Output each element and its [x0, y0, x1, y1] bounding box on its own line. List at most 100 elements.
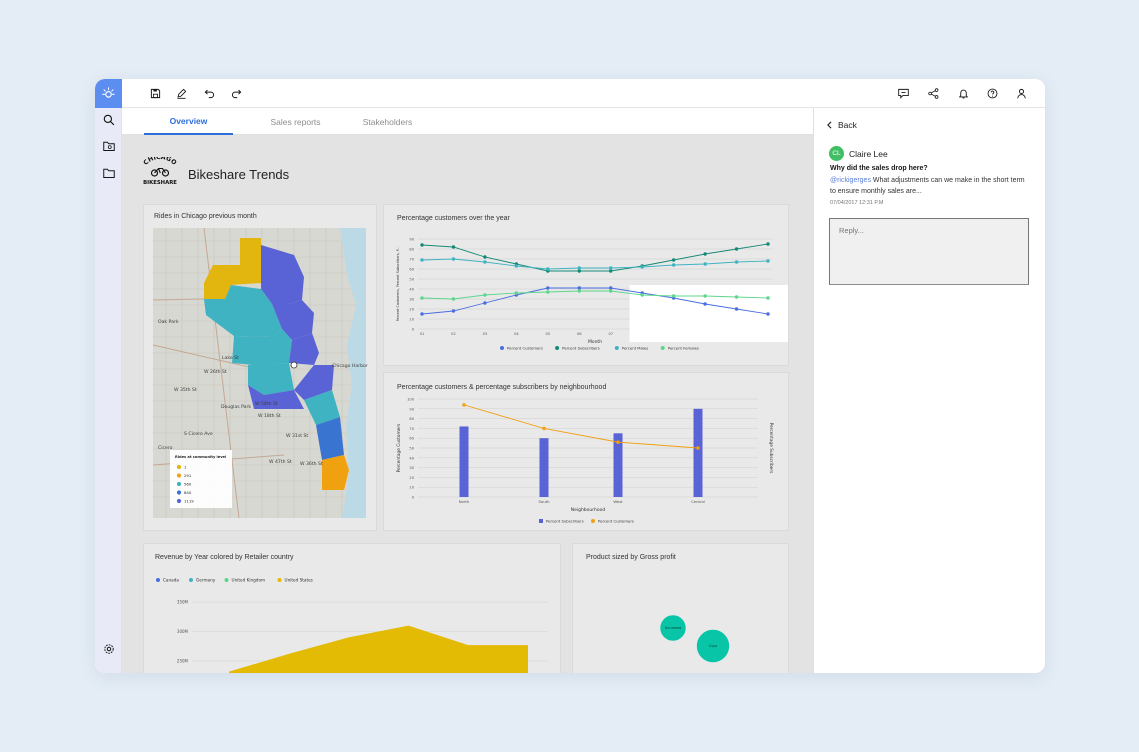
redo-icon[interactable] [228, 85, 245, 102]
tab-overview[interactable]: Overview [144, 108, 233, 135]
comment-body: @rickigerges What adjustments can we mak… [830, 175, 1030, 197]
data-point [766, 259, 770, 263]
x-tick-label: 01 [420, 332, 425, 336]
place-label-w47th: W 47th St [269, 459, 292, 465]
data-point [703, 294, 707, 298]
line-chart[interactable]: 0102030405060708090010203040506070809101… [384, 205, 788, 365]
place-label-w58th: W 58th St [255, 401, 278, 407]
y-tick-label: 0 [412, 328, 415, 332]
data-point [483, 260, 487, 264]
y-tick-label: 10 [409, 318, 414, 322]
help-icon[interactable] [984, 85, 1001, 102]
series-line [421, 243, 769, 272]
chevron-left-icon [827, 121, 832, 129]
top-toolbar [122, 79, 1045, 108]
y-tick-label: 300M [177, 629, 189, 634]
avatar[interactable]: CL [829, 146, 844, 161]
reply-input[interactable] [829, 218, 1029, 285]
comment-icon[interactable] [895, 85, 912, 102]
search-icon[interactable] [100, 111, 117, 128]
map-legend-label: 291 [184, 473, 192, 478]
bar [459, 426, 469, 497]
legend-swatch [500, 346, 504, 350]
legend-label: Percent Customers [598, 519, 634, 524]
data-point [609, 289, 613, 293]
legend-swatch [660, 346, 665, 350]
area-chart[interactable]: Canada Germany United Kingdom United States… [144, 544, 560, 673]
y-tick-label: 350M [177, 600, 189, 605]
data-point [640, 265, 644, 269]
folder-icon[interactable] [100, 164, 117, 181]
comment-author: Claire Lee [849, 149, 888, 159]
data-point [451, 257, 456, 261]
legend-label: United States [285, 578, 313, 583]
data-point [671, 263, 676, 267]
y-tick-label: 50 [409, 447, 414, 451]
save-icon[interactable] [147, 85, 164, 102]
data-point [577, 289, 581, 293]
legend-swatch [614, 346, 619, 350]
data-point [420, 296, 424, 300]
data-point [609, 286, 613, 290]
place-label-oak-park: Oak Park [158, 319, 179, 325]
y-tick-label: 60 [409, 437, 414, 441]
place-label-w35th: W 35th St [174, 387, 197, 393]
y-axis-label: Percentage Customers [396, 423, 402, 472]
bubble-chart-card[interactable]: Product sized by Gross profit Unnamed Cup… [573, 544, 788, 673]
place-label-s-cicero: S Cicero Ave [184, 431, 213, 437]
chicago-map[interactable]: Chicago Harbor Cicero Oak Park W 18th St… [144, 205, 376, 530]
place-label-chicago-harbor: Chicago Harbor [332, 363, 368, 369]
data-point [451, 309, 456, 313]
folder-search-icon[interactable] [100, 137, 117, 154]
data-point [734, 247, 739, 251]
data-point [514, 291, 519, 295]
bubble-label: Cups [709, 644, 718, 648]
area-chart-card[interactable]: Revenue by Year colored by Retailer coun… [144, 544, 560, 673]
back-button[interactable]: Back [826, 120, 857, 130]
y-tick-label: 80 [409, 248, 414, 252]
app-logo-icon[interactable] [95, 79, 122, 108]
data-point [483, 301, 487, 305]
y-tick-label: 90 [409, 238, 414, 242]
y-tick-label: 80 [409, 417, 414, 421]
y-tick-label: 0 [412, 496, 415, 500]
bar-chart[interactable]: 0 10 20 30 40 50 60 70 80 90 100 North South West Cent… [384, 373, 788, 530]
y-tick-label: 250M [177, 659, 189, 664]
line-chart-card[interactable]: Percentage customers over the year 0 10 20… [384, 205, 788, 365]
chicago-bikeshare-logo: CHICAGO BIKESHARE [142, 157, 177, 186]
place-label-w26th: W 26th St [204, 369, 227, 375]
y-tick-label: 20 [409, 308, 414, 312]
undo-icon[interactable] [201, 85, 218, 102]
data-point [766, 312, 770, 316]
comment-question: Why did the sales drop here? [830, 165, 928, 172]
share-icon[interactable] [925, 85, 942, 102]
data-point [616, 440, 620, 444]
data-point [703, 262, 707, 266]
legend-swatch [591, 519, 595, 523]
bubble-chart[interactable]: Unnamed Cups [573, 544, 788, 673]
settings-icon[interactable] [100, 640, 117, 657]
map-card[interactable]: Rides in Chicago previous month Chicago … [144, 205, 376, 530]
notification-icon[interactable] [955, 85, 972, 102]
legend-label: Percent Females [668, 346, 699, 351]
mention-link[interactable]: @rickigerges [830, 177, 871, 184]
bar-chart-card[interactable]: Percentage customers & percentage subscr… [384, 373, 788, 530]
tab-stakeholders[interactable]: Stakeholders [343, 108, 432, 135]
map-marker-icon[interactable] [290, 361, 298, 369]
data-point [483, 293, 487, 297]
data-point [577, 269, 581, 273]
x-tick-label: Central [691, 499, 705, 504]
edit-icon[interactable] [173, 85, 190, 102]
user-icon[interactable] [1013, 85, 1030, 102]
legend-label: Percent Customers [507, 346, 543, 351]
legend-swatch [189, 578, 193, 582]
back-label: Back [838, 120, 857, 130]
tab-sales-reports[interactable]: Sales reports [251, 108, 340, 135]
legend-label: Germany [196, 578, 216, 583]
x-tick-label: South [538, 499, 550, 504]
x-tick-label: 07 [608, 332, 613, 336]
series-line [463, 404, 699, 449]
x-axis-label: Neighbourhood [571, 507, 606, 513]
data-point [546, 267, 550, 271]
x-tick-label: 05 [546, 332, 551, 336]
